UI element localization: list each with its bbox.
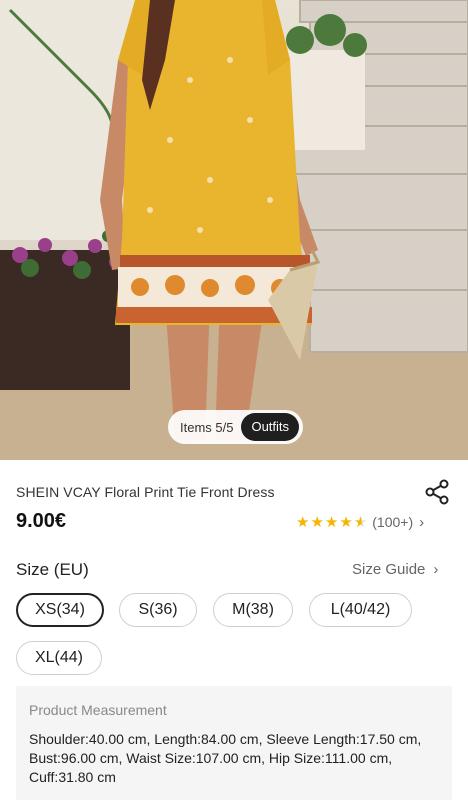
chevron-right-icon: › — [433, 561, 439, 578]
star-icon: ★ — [324, 514, 340, 531]
size-guide-link[interactable]: Size Guide › — [352, 561, 438, 578]
rating-summary[interactable]: ★★★★★ (100+) › — [296, 513, 425, 532]
product-image[interactable]: Items 5/5 Outfits — [0, 0, 468, 460]
size-option-xl[interactable]: XL(44) — [16, 641, 102, 675]
product-title: SHEIN VCAY Floral Print Tie Front Dress — [16, 484, 275, 500]
star-icon: ★ — [296, 514, 311, 531]
measurement-details: Shoulder:40.00 cm, Length:84.00 cm, Slee… — [29, 731, 422, 785]
size-option-label: L(40/42) — [330, 601, 391, 618]
half-star-icon: ★ — [353, 514, 369, 531]
size-option-s[interactable]: S(36) — [119, 593, 197, 627]
size-guide-label: Size Guide — [352, 561, 426, 578]
size-option-m[interactable]: M(38) — [213, 593, 293, 627]
product-price: 9.00€ — [16, 510, 67, 532]
items-counter: Items 5/5 — [180, 419, 234, 435]
size-option-l[interactable]: L(40/42) — [309, 593, 412, 627]
size-option-label: XS(34) — [35, 601, 85, 618]
size-option-xs[interactable]: XS(34) — [16, 593, 104, 627]
size-section-label: Size (EU) — [16, 560, 89, 579]
size-option-label: M(38) — [232, 601, 274, 618]
chevron-right-icon: › — [419, 513, 425, 531]
measurement-title: Product Measurement — [29, 702, 167, 718]
review-count: (100+) — [372, 514, 414, 530]
size-option-label: S(36) — [138, 601, 178, 618]
share-icon — [425, 479, 449, 505]
star-rating: ★★★★★ — [296, 513, 368, 531]
product-photo-illustration — [0, 0, 468, 460]
share-button[interactable] — [423, 478, 451, 506]
outfits-pill[interactable]: Items 5/5 Outfits — [168, 410, 304, 444]
size-option-label: XL(44) — [34, 649, 84, 666]
star-icon: ★ — [310, 514, 325, 531]
product-measurement-panel: Product Measurement Shoulder:40.00 cm, L… — [16, 686, 452, 800]
star-icon: ★ — [339, 514, 354, 531]
outfits-button[interactable]: Outfits — [241, 413, 300, 441]
